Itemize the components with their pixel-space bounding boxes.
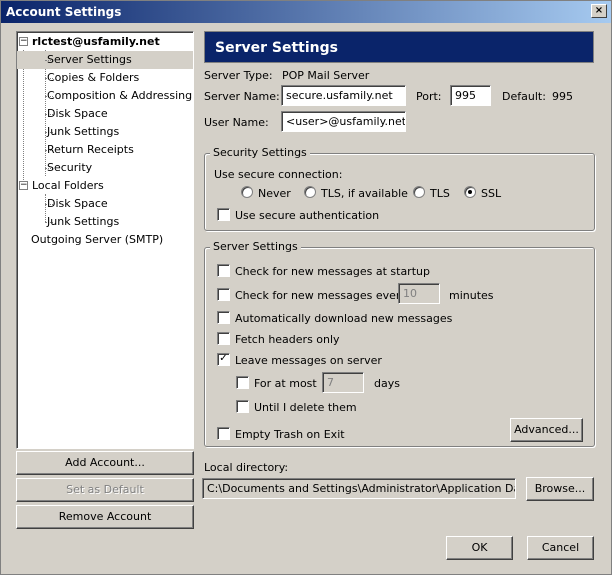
local-directory-label: Local directory: bbox=[204, 461, 289, 474]
radio-tls-if-available-label: TLS, if available bbox=[321, 187, 408, 200]
tree-item-account[interactable]: − rlctest@usfamily.net bbox=[19, 33, 191, 51]
for-at-most-label: For at most bbox=[254, 377, 317, 390]
tree-item-server-settings[interactable]: Server Settings bbox=[17, 51, 193, 69]
port-field[interactable]: 995 bbox=[450, 85, 491, 106]
tree-item-return-receipts[interactable]: Return Receipts bbox=[17, 141, 193, 159]
tree-item-label: Return Receipts bbox=[47, 143, 134, 156]
server-name-label: Server Name: bbox=[204, 90, 280, 103]
secure-auth-label: Use secure authentication bbox=[235, 209, 380, 222]
server-type-value: POP Mail Server bbox=[282, 69, 370, 82]
radio-tls-if-available[interactable] bbox=[304, 186, 316, 198]
collapse-icon[interactable]: − bbox=[19, 181, 28, 190]
auto-download-checkbox[interactable] bbox=[217, 311, 230, 324]
browse-button[interactable]: Browse... bbox=[526, 477, 594, 501]
port-label: Port: bbox=[416, 90, 442, 103]
tree-item-label: Copies & Folders bbox=[47, 71, 140, 84]
tree-item-label: Security bbox=[47, 161, 93, 174]
fetch-headers-checkbox[interactable] bbox=[217, 332, 230, 345]
server-settings-legend: Server Settings bbox=[210, 240, 301, 253]
radio-tls-label: TLS bbox=[430, 187, 450, 200]
empty-trash-label: Empty Trash on Exit bbox=[235, 428, 345, 441]
secure-auth-checkbox[interactable] bbox=[217, 208, 230, 221]
tree-item-outgoing-server[interactable]: Outgoing Server (SMTP) bbox=[17, 231, 193, 249]
check-every-minutes-field[interactable]: 10 bbox=[398, 283, 440, 304]
ok-button[interactable]: OK bbox=[446, 536, 513, 560]
user-name-field[interactable]: <user>@usfamily.net bbox=[281, 111, 406, 132]
leave-on-server-label: Leave messages on server bbox=[235, 354, 382, 367]
tree-item-label: Server Settings bbox=[47, 53, 132, 66]
tree-item-label: rlctest@usfamily.net bbox=[32, 35, 160, 48]
radio-never[interactable] bbox=[241, 186, 253, 198]
cancel-button[interactable]: Cancel bbox=[527, 536, 594, 560]
tree-item-disk-space[interactable]: Disk Space bbox=[17, 105, 193, 123]
radio-ssl-label: SSL bbox=[481, 187, 502, 200]
server-name-field[interactable]: secure.usfamily.net bbox=[281, 85, 406, 106]
radio-never-label: Never bbox=[258, 187, 291, 200]
close-icon[interactable]: × bbox=[591, 4, 607, 18]
days-label: days bbox=[374, 377, 400, 390]
collapse-icon[interactable]: − bbox=[19, 37, 28, 46]
remove-account-button[interactable]: Remove Account bbox=[16, 505, 194, 529]
check-startup-label: Check for new messages at startup bbox=[235, 265, 430, 278]
account-tree: − rlctest@usfamily.net Server Settings C… bbox=[16, 31, 194, 449]
default-port-label: Default: bbox=[502, 90, 546, 103]
title-bar: Account Settings × bbox=[1, 1, 611, 23]
tree-item-security[interactable]: Security bbox=[17, 159, 193, 177]
for-at-most-days-field[interactable]: 7 bbox=[322, 372, 364, 393]
fetch-headers-label: Fetch headers only bbox=[235, 333, 340, 346]
use-secure-connection-label: Use secure connection: bbox=[214, 168, 343, 181]
check-startup-checkbox[interactable] bbox=[217, 264, 230, 277]
empty-trash-checkbox[interactable] bbox=[217, 427, 230, 440]
radio-ssl[interactable] bbox=[464, 186, 476, 198]
radio-selected-dot bbox=[468, 190, 472, 194]
panel-header: Server Settings bbox=[204, 31, 594, 63]
leave-on-server-checkbox[interactable]: ✓ bbox=[217, 353, 230, 366]
account-settings-window: Account Settings × − rlctest@usfamily.ne… bbox=[0, 0, 612, 575]
check-every-label: Check for new messages every bbox=[235, 289, 407, 302]
tree-item-local-disk-space[interactable]: Disk Space bbox=[17, 195, 193, 213]
advanced-button[interactable]: Advanced... bbox=[510, 418, 583, 442]
default-port-value: 995 bbox=[552, 90, 573, 103]
minutes-label: minutes bbox=[449, 289, 494, 302]
tree-item-copies-folders[interactable]: Copies & Folders bbox=[17, 69, 193, 87]
until-delete-label: Until I delete them bbox=[254, 401, 357, 414]
auto-download-label: Automatically download new messages bbox=[235, 312, 453, 325]
security-settings-legend: Security Settings bbox=[210, 146, 310, 159]
user-name-label: User Name: bbox=[204, 116, 269, 129]
check-every-checkbox[interactable] bbox=[217, 288, 230, 301]
tree-item-label: Composition & Addressing bbox=[47, 89, 193, 102]
tree-item-label: Junk Settings bbox=[47, 215, 120, 228]
server-type-label: Server Type: bbox=[204, 69, 273, 82]
tree-item-label: Outgoing Server (SMTP) bbox=[31, 233, 164, 246]
tree-item-label: Disk Space bbox=[47, 107, 108, 120]
tree-item-local-folders[interactable]: − Local Folders bbox=[19, 177, 191, 195]
tree-item-label: Disk Space bbox=[47, 197, 108, 210]
for-at-most-checkbox[interactable] bbox=[236, 376, 249, 389]
tree-item-junk-settings[interactable]: Junk Settings bbox=[17, 123, 193, 141]
tree-item-local-junk-settings[interactable]: Junk Settings bbox=[17, 213, 193, 231]
until-delete-checkbox[interactable] bbox=[236, 400, 249, 413]
window-title: Account Settings bbox=[6, 5, 122, 19]
set-as-default-button[interactable]: Set as Default bbox=[16, 478, 194, 502]
radio-tls[interactable] bbox=[413, 186, 425, 198]
tree-item-composition[interactable]: Composition & Addressing bbox=[17, 87, 193, 105]
tree-item-label: Junk Settings bbox=[47, 125, 120, 138]
add-account-button[interactable]: Add Account... bbox=[16, 451, 194, 475]
local-directory-field[interactable]: C:\Documents and Settings\Administrator\… bbox=[202, 478, 516, 499]
tree-item-label: Local Folders bbox=[32, 179, 104, 192]
